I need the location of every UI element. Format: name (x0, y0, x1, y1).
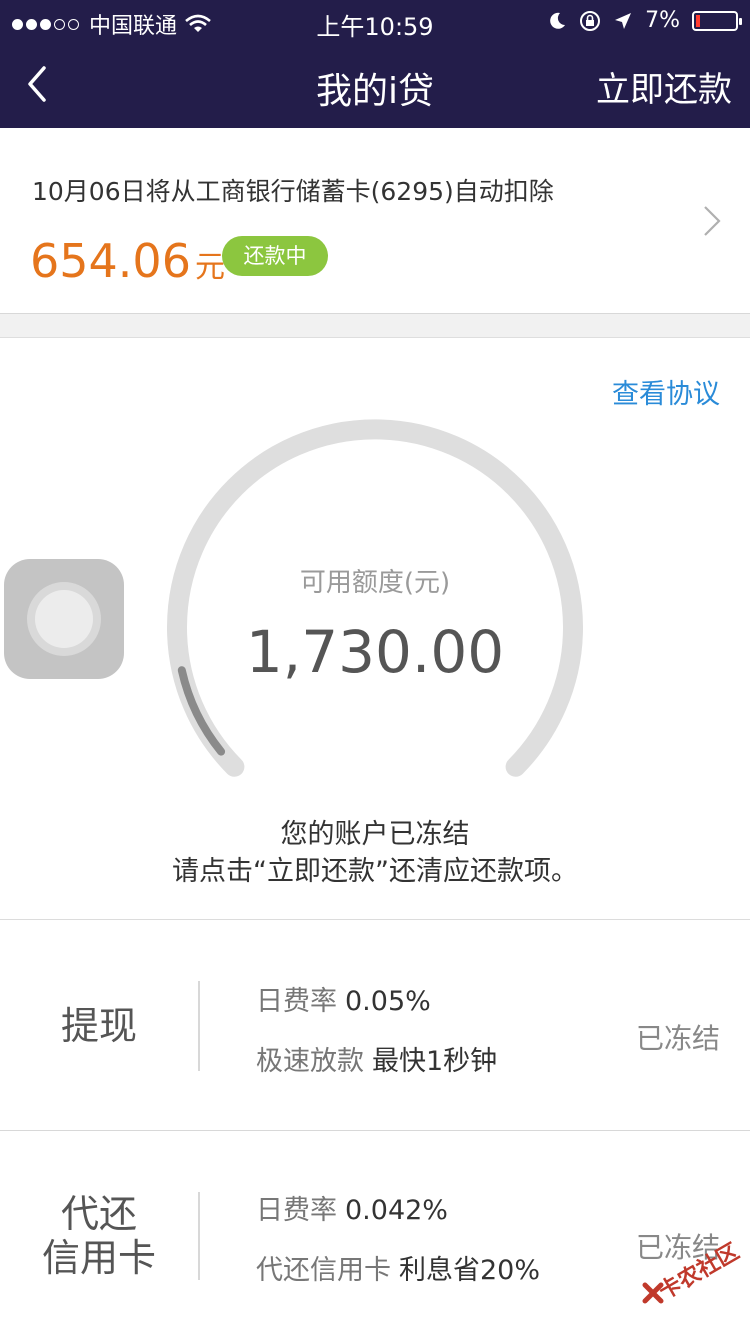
product-feature: 极速放款 最快1秒钟 (256, 1039, 497, 1078)
section-separator (0, 314, 750, 338)
product-name-line-2: 信用卡 (41, 1236, 156, 1280)
location-arrow-icon (615, 12, 632, 29)
amount-value: 654.06 (30, 234, 191, 288)
nav-bar: 我的i贷 立即还款 (0, 40, 750, 128)
credit-section: 查看协议 可用额度(元) 1,730.00 您的账户已冻结 请点击“立即还款”还… (0, 338, 750, 920)
watermark-text: 卡农社区 (654, 1239, 744, 1305)
credit-gauge (167, 419, 583, 777)
frozen-line-2: 请点击“立即还款”还清应还款项。 (172, 856, 578, 887)
watermark-logo: 卡农社区 (640, 1239, 750, 1310)
feature-value: 最快1秒钟 (372, 1046, 498, 1077)
product-feature: 代还信用卡 利息省20% (256, 1248, 540, 1287)
daily-rate: 日费率 0.05% (256, 979, 431, 1018)
account-frozen-message: 您的账户已冻结 请点击“立即还款”还清应还款项。 (0, 816, 750, 890)
assistive-touch-button[interactable] (4, 559, 124, 679)
product-status: 已冻结 (635, 1022, 720, 1055)
withdraw-product-row[interactable]: 提现 日费率 0.05% 极速放款 最快1秒钟 已冻结 (0, 921, 750, 1131)
vertical-divider (198, 1192, 200, 1280)
product-name-card-repay: 代还 信用卡 (0, 1192, 198, 1280)
frozen-line-1: 您的账户已冻结 (280, 819, 470, 850)
repayment-card[interactable]: 10月06日将从工商银行储蓄卡(6295)自动扣除 654.06 元 还款中 (0, 128, 750, 314)
feature-label: 极速放款 (256, 1046, 364, 1077)
assistive-touch-core (35, 590, 93, 648)
repay-now-button[interactable]: 立即还款 (596, 62, 732, 111)
status-right: 7% (547, 8, 742, 33)
card-repay-product-row[interactable]: 代还 信用卡 日费率 0.042% 代还信用卡 利息省20% 已冻结 (0, 1132, 750, 1334)
feature-label: 代还信用卡 (256, 1255, 391, 1286)
moon-icon (550, 12, 566, 29)
auto-debit-note: 10月06日将从工商银行储蓄卡(6295)自动扣除 (32, 177, 554, 206)
daily-rate-label: 日费率 (256, 1195, 337, 1226)
battery-percent: 7% (645, 8, 680, 33)
repayment-amount: 654.06 元 (30, 234, 225, 288)
chevron-right-icon (704, 206, 721, 236)
orientation-lock-icon (580, 10, 601, 31)
battery-icon (692, 10, 742, 31)
feature-value: 利息省20% (399, 1255, 541, 1286)
status-bar: 中国联通 上午10:59 7% (0, 0, 750, 41)
status-badge: 还款中 (222, 236, 328, 276)
daily-rate-label: 日费率 (256, 986, 337, 1017)
daily-rate-value: 0.042% (345, 1195, 448, 1226)
daily-rate: 日费率 0.042% (256, 1188, 448, 1227)
product-name-withdraw: 提现 (60, 1004, 137, 1048)
amount-unit: 元 (194, 250, 225, 285)
vertical-divider (198, 981, 200, 1071)
view-agreement-link[interactable]: 查看协议 (612, 372, 720, 411)
daily-rate-value: 0.05% (345, 986, 431, 1017)
product-name-line-1: 代还 (60, 1192, 137, 1236)
